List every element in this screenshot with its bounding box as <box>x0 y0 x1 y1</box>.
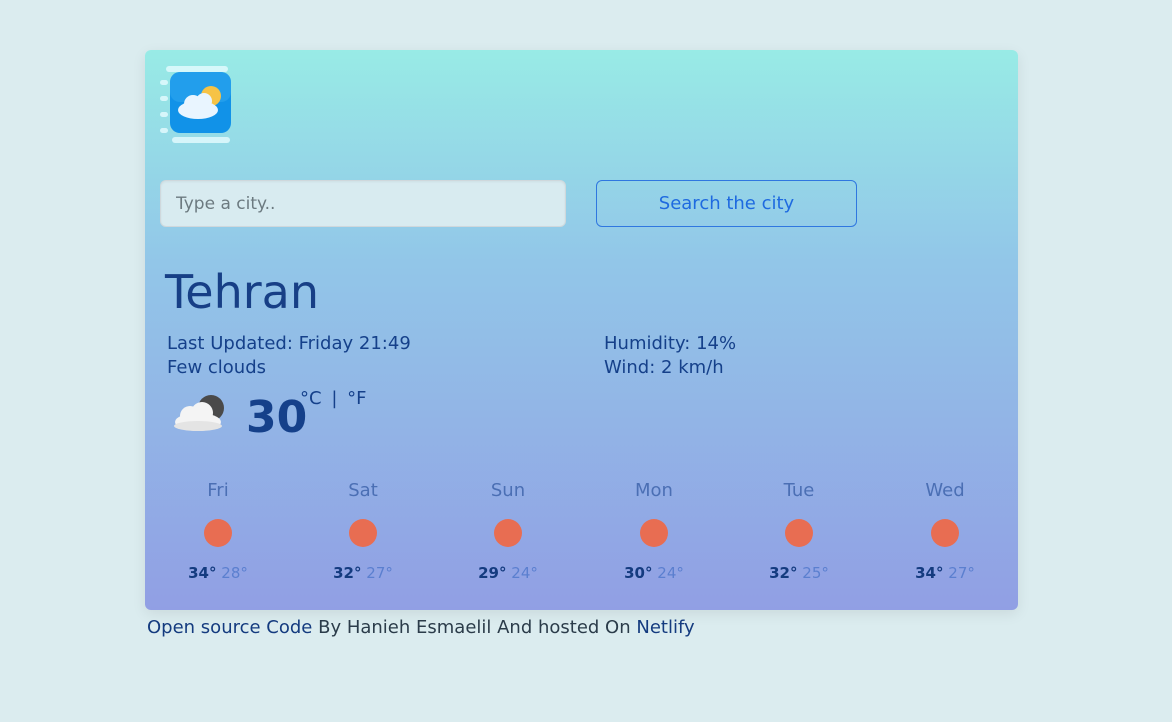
forecast-day: Fri 34° 28° <box>163 478 273 583</box>
forecast-temps: 34° 28° <box>163 563 273 583</box>
forecast-temps: 29° 24° <box>453 563 563 583</box>
last-updated-text: Last Updated: Friday 21:49 <box>167 333 411 354</box>
forecast-day: Sun 29° 24° <box>453 478 563 583</box>
forecast-day-name: Sat <box>348 480 378 501</box>
weather-description: Few clouds <box>167 357 267 378</box>
forecast-min-temp: 27° <box>366 564 393 582</box>
current-temperature: 30 <box>246 392 308 443</box>
humidity-text: Humidity: 14% <box>604 333 737 354</box>
forecast-temps: 32° 27° <box>308 563 418 583</box>
sun-icon <box>785 519 813 547</box>
forecast-day-name: Fri <box>207 480 229 501</box>
forecast-min-temp: 28° <box>221 564 248 582</box>
weather-app-logo <box>160 66 232 146</box>
sun-icon <box>640 519 668 547</box>
forecast-temps: 34° 27° <box>890 563 1000 583</box>
forecast-max-temp: 34° <box>915 564 944 582</box>
forecast-min-temp: 24° <box>511 564 538 582</box>
city-search-input[interactable] <box>160 180 566 227</box>
forecast-max-temp: 32° <box>769 564 798 582</box>
forecast-temps: 30° 24° <box>599 563 709 583</box>
forecast-max-temp: 30° <box>624 564 653 582</box>
forecast-day: Wed 34° 27° <box>890 478 1000 583</box>
forecast-min-temp: 24° <box>657 564 684 582</box>
weather-details-left: Last Updated: Friday 21:49 Few clouds <box>167 332 411 380</box>
search-city-button[interactable]: Search the city <box>596 180 857 227</box>
footer-credit-text: By Hanieh Esmaelil And hosted On <box>312 617 637 638</box>
weather-card: Search the city Tehran Last Updated: Fri… <box>145 50 1018 610</box>
forecast-day-name: Mon <box>635 480 673 501</box>
forecast-day-name: Sun <box>490 480 526 501</box>
forecast-day-name: Wed <box>925 480 965 501</box>
celsius-link[interactable]: °C <box>300 388 322 409</box>
netlify-link[interactable]: Netlify <box>636 617 694 638</box>
forecast-max-temp: 32° <box>333 564 362 582</box>
city-name: Tehran <box>165 265 319 319</box>
sun-icon <box>349 519 377 547</box>
unit-switcher: °C | °F <box>300 388 366 409</box>
sun-icon <box>204 519 232 547</box>
sun-icon <box>931 519 959 547</box>
forecast-day: Tue 32° 25° <box>744 478 854 583</box>
forecast-min-temp: 27° <box>948 564 975 582</box>
forecast-max-temp: 34° <box>188 564 217 582</box>
open-source-code-link[interactable]: Open source Code <box>147 617 312 638</box>
forecast-max-temp: 29° <box>478 564 507 582</box>
wind-text: Wind: 2 km/h <box>604 357 724 378</box>
weather-details-right: Humidity: 14% Wind: 2 km/h <box>604 332 736 380</box>
forecast-day: Mon 30° 24° <box>599 478 709 583</box>
forecast-temps: 32° 25° <box>744 563 854 583</box>
sun-icon <box>494 519 522 547</box>
forecast-day-name: Tue <box>783 480 815 501</box>
forecast-min-temp: 25° <box>802 564 829 582</box>
forecast-day: Sat 32° 27° <box>308 478 418 583</box>
fahrenheit-link[interactable]: °F <box>347 388 366 409</box>
footer: Open source Code By Hanieh Esmaelil And … <box>147 617 695 638</box>
unit-separator: | <box>331 388 338 409</box>
forecast-list: Fri 34° 28° Sat 32° 27° Sun 29° 24° Mon <box>145 478 1018 588</box>
few-clouds-night-icon <box>170 390 230 436</box>
